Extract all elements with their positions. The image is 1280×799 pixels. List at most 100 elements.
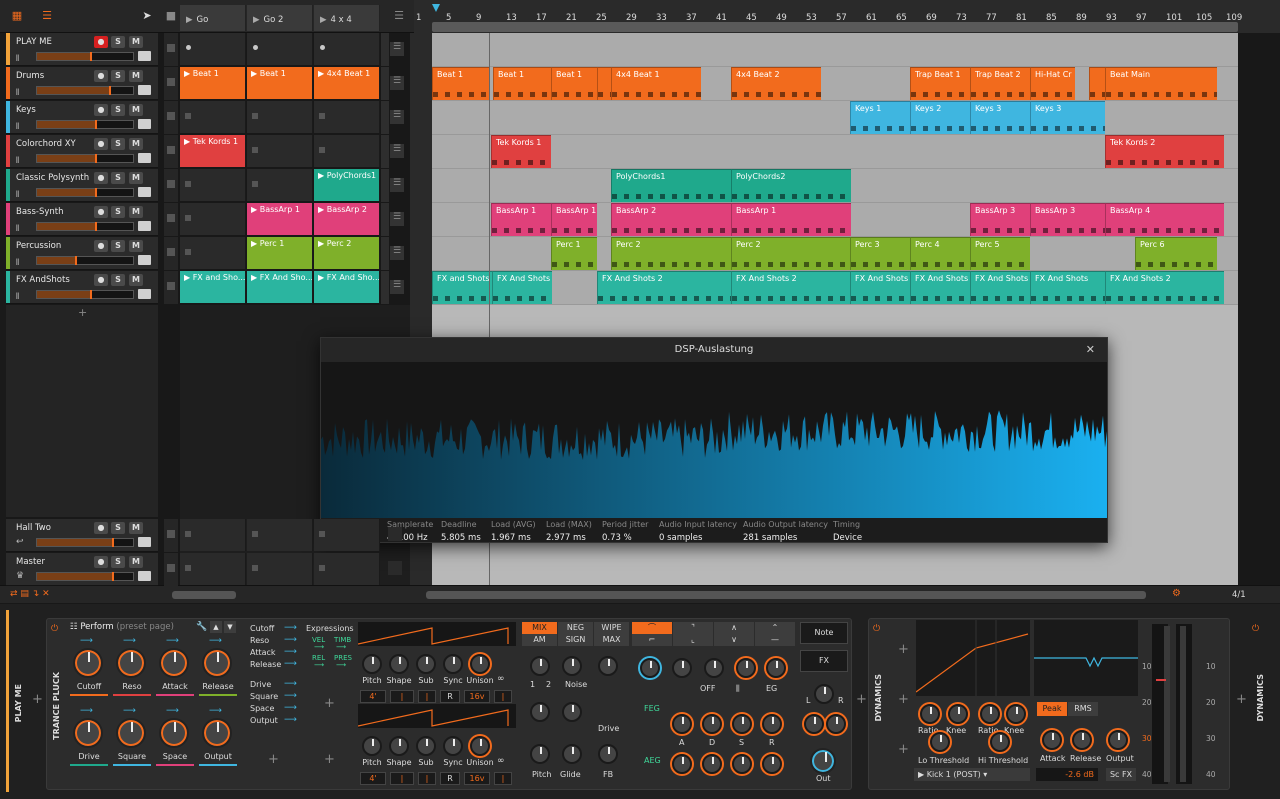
scene-go[interactable]: ▶ Go <box>180 5 246 31</box>
arranger-clip[interactable]: Beat 1 <box>493 67 551 100</box>
stop-clip-button[interactable] <box>164 169 178 202</box>
macro-knob[interactable] <box>159 648 189 678</box>
arranger-clip[interactable]: Beat 1 <box>432 67 489 100</box>
scene-menu-icon[interactable] <box>388 527 402 541</box>
track-name[interactable]: FX AndShots <box>16 275 70 285</box>
shape-value[interactable]: | <box>390 690 414 703</box>
osc-knob[interactable] <box>389 736 409 756</box>
arranger-clip[interactable]: Keys 2 <box>910 101 970 134</box>
dynamics-knob[interactable] <box>948 704 968 724</box>
mix-knob[interactable] <box>530 656 550 676</box>
arranger-clip[interactable]: FX and Shots <box>432 271 492 304</box>
arranger-clip[interactable]: Tek Kords 2 <box>1105 135 1224 168</box>
dynamics-knob[interactable] <box>1006 704 1026 724</box>
solo-button[interactable]: S <box>111 70 125 82</box>
track-header[interactable]: Keys ● S M 𝍪 <box>6 101 158 134</box>
feg-knob[interactable] <box>732 714 752 734</box>
mod-target[interactable]: Square <box>250 692 278 701</box>
stop-clip-button[interactable] <box>164 67 178 100</box>
track-name[interactable]: Classic Polysynth <box>16 173 89 183</box>
mix-knob[interactable] <box>562 702 582 722</box>
launcher-slot[interactable] <box>314 33 380 65</box>
follow-icon[interactable]: ⚙ <box>1172 588 1181 599</box>
launcher-slot[interactable] <box>247 519 313 551</box>
filter-type-button[interactable]: ⌒ <box>632 622 672 634</box>
arranger-clip[interactable]: BassArp 1 <box>731 203 851 236</box>
track-menu-button[interactable] <box>138 51 151 61</box>
launcher-slot[interactable] <box>314 519 380 551</box>
dynamics-knob[interactable] <box>1072 730 1092 750</box>
fx-track-header[interactable]: Hall Two ● S M ↩ <box>6 519 158 552</box>
arranger-clip[interactable]: BassArp 4 <box>1105 203 1224 236</box>
modulation-icon[interactable]: ⟶ <box>123 636 136 646</box>
arranger-clip[interactable]: Tek Kords 1 <box>491 135 551 168</box>
volume-handle[interactable] <box>111 538 114 547</box>
launcher-clip[interactable]: ▶ Tek Kords 1 <box>180 135 246 167</box>
stop-clip-button[interactable] <box>164 33 178 66</box>
arranger-clip[interactable]: BassArp 1 <box>491 203 551 236</box>
solo-button[interactable]: S <box>111 36 125 48</box>
arranger-clip[interactable]: Perc 2 <box>731 237 851 270</box>
zoom-level[interactable]: 4/1 <box>1232 590 1246 600</box>
track-header[interactable]: PLAY ME ● S M 𝍪 <box>6 33 158 66</box>
track-name[interactable]: Keys <box>16 105 36 115</box>
shape-value[interactable]: | <box>390 772 414 785</box>
sync-value[interactable]: R <box>440 772 460 785</box>
track-header[interactable]: FX AndShots ● S M 𝍪 <box>6 271 158 304</box>
launcher-scroll-handle[interactable] <box>381 101 389 134</box>
keytrack-icon[interactable]: ⫼ <box>736 684 740 694</box>
solo-button[interactable]: S <box>111 138 125 150</box>
volume-handle[interactable] <box>111 572 114 581</box>
filter-type-button[interactable]: ⌐ <box>632 634 672 646</box>
modulation-icon[interactable]: ⟶ <box>284 715 297 725</box>
launcher-slot[interactable] <box>247 135 313 167</box>
launcher-clip[interactable]: ▶ Perc 1 <box>247 237 313 269</box>
add-modulator-icon[interactable]: + <box>268 752 279 767</box>
scene-menu-icon[interactable]: ☰ <box>390 76 404 90</box>
record-arm-button[interactable]: ● <box>94 556 108 568</box>
macro-knob[interactable] <box>73 648 103 678</box>
launcher-clip[interactable]: ▶ 4x4 Beat 1 <box>314 67 380 99</box>
add-modulator-icon[interactable]: + <box>324 752 335 767</box>
mute-button[interactable]: M <box>129 70 143 82</box>
filter-knob[interactable] <box>766 658 786 678</box>
add-device-icon[interactable]: + <box>1236 692 1247 707</box>
mod-target[interactable]: Release <box>250 660 281 669</box>
link-value[interactable]: | <box>494 690 512 703</box>
stop-clip-button[interactable] <box>164 519 178 552</box>
launcher-slot[interactable] <box>247 169 313 201</box>
volume-handle[interactable] <box>94 154 97 163</box>
launcher-slot[interactable] <box>180 203 246 235</box>
volume-slider[interactable] <box>36 538 134 547</box>
arranger-clip[interactable]: FX And Shots <box>492 271 552 304</box>
filter-knob[interactable] <box>736 658 756 678</box>
record-arm-button[interactable]: ● <box>94 70 108 82</box>
arranger-clip[interactable]: BassArp 3 <box>1030 203 1105 236</box>
arranger-clip[interactable]: BassArp 1 <box>551 203 597 236</box>
track-header[interactable]: Drums ● S M 𝍪 <box>6 67 158 100</box>
arranger-clip[interactable]: Keys 1 <box>850 101 910 134</box>
macro-knob[interactable] <box>159 718 189 748</box>
menu-icon[interactable]: ☰ <box>390 8 408 24</box>
arranger-clip[interactable]: Trap Beat 2 <box>970 67 1030 100</box>
record-arm-button[interactable]: ● <box>94 206 108 218</box>
volume-slider[interactable] <box>36 188 134 197</box>
volume-slider[interactable] <box>36 120 134 129</box>
launcher-slot[interactable] <box>247 553 313 585</box>
stop-clip-button[interactable] <box>164 553 178 586</box>
track-header[interactable]: Colorchord XY ● S M 𝍪 <box>6 135 158 168</box>
arranger-clip[interactable]: FX And Shots 2 <box>597 271 731 304</box>
launcher-scroll-handle[interactable] <box>381 67 389 100</box>
arranger-clip[interactable]: PolyChords1 <box>611 169 731 202</box>
launcher-scroll-handle[interactable] <box>381 271 389 304</box>
scene-go-2[interactable]: ▶ Go 2 <box>247 5 313 31</box>
arranger-clip[interactable]: Perc 4 <box>910 237 970 270</box>
launcher-slot[interactable] <box>314 101 380 133</box>
modulation-icon[interactable]: ⟶ <box>80 706 93 716</box>
osc-knob[interactable] <box>443 654 463 674</box>
solo-button[interactable]: S <box>111 206 125 218</box>
threshold-marker[interactable] <box>1156 679 1166 681</box>
launcher-clip[interactable]: ▶ BassArp 2 <box>314 203 380 235</box>
track-header[interactable]: Classic Polysynth ● S M 𝍪 <box>6 169 158 202</box>
launcher-clip[interactable]: ▶ FX and Sho... <box>180 271 246 303</box>
